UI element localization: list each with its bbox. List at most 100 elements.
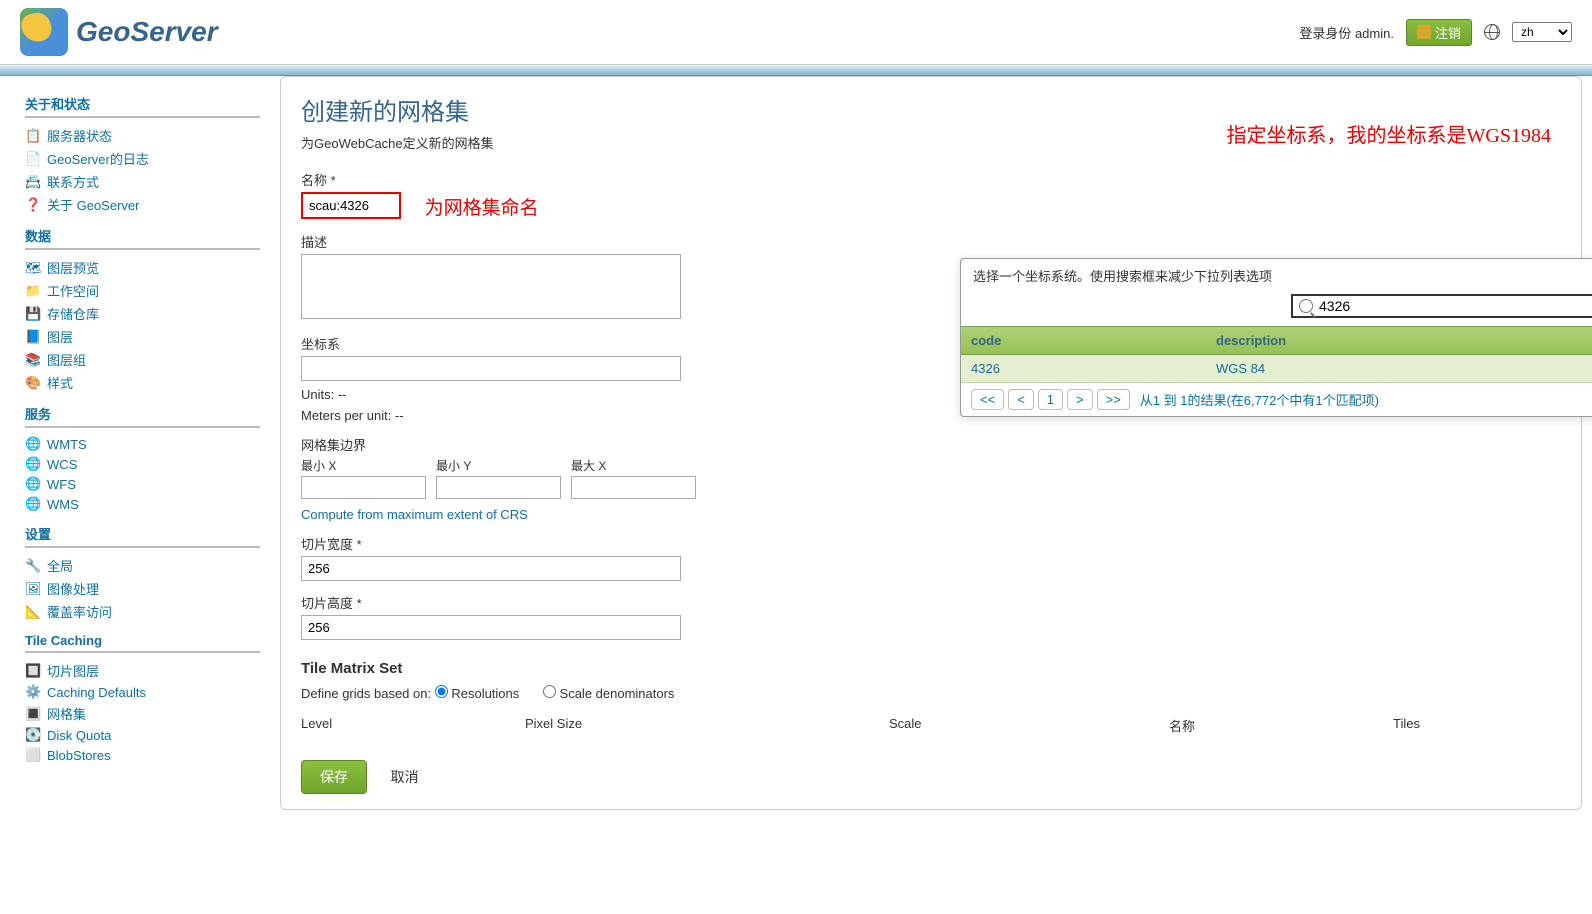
sidebar-item[interactable]: WFS <box>25 474 260 494</box>
logo-area: GeoServer <box>20 8 218 56</box>
sidebar-item[interactable]: 图层组 <box>25 348 260 371</box>
sidebar-item-label: 覆盖率访问 <box>47 602 112 621</box>
cancel-button[interactable]: 取消 <box>391 769 419 785</box>
pager-last[interactable]: >> <box>1097 389 1130 410</box>
crs-code[interactable]: 4326 <box>961 355 1206 382</box>
sidebar-item[interactable]: GeoServer的日志 <box>25 147 260 170</box>
main-panel: 指定坐标系，我的坐标系是WGS1984 创建新的网格集 为GeoWebCache… <box>270 76 1592 830</box>
crs-search-wrap <box>1291 294 1592 318</box>
minx-input[interactable] <box>301 476 426 499</box>
tileh-input[interactable] <box>301 615 681 640</box>
crs-row[interactable]: 4326 WGS 84 <box>961 355 1592 383</box>
tilew-input[interactable] <box>301 556 681 581</box>
sidebar-item[interactable]: 服务器状态 <box>25 124 260 147</box>
ic-cache-icon <box>25 684 41 700</box>
panel-box: 指定坐标系，我的坐标系是WGS1984 创建新的网格集 为GeoWebCache… <box>280 76 1582 810</box>
col-scale: Scale <box>889 716 1169 735</box>
pager-info: 从1 到 1的结果(在6,772个中有1个匹配项) <box>1140 390 1379 409</box>
sidebar-item-label: GeoServer的日志 <box>47 149 149 168</box>
name-input[interactable] <box>301 192 401 219</box>
sidebar-section-title: 数据 <box>25 226 260 250</box>
save-button[interactable]: 保存 <box>301 760 367 794</box>
sidebar-item-label: 网格集 <box>47 704 86 723</box>
minx-label: 最小 X <box>301 457 426 474</box>
ic-wms-icon <box>25 496 41 512</box>
ic-preview-icon <box>25 260 41 276</box>
col-code[interactable]: code <box>961 327 1206 354</box>
maxx-input[interactable] <box>571 476 696 499</box>
sidebar-item[interactable]: 图层 <box>25 325 260 348</box>
topbar: GeoServer 登录身份 admin. 注销 zh <box>0 0 1592 56</box>
crs-desc[interactable]: WGS 84 <box>1206 355 1592 382</box>
sidebar-item[interactable]: 图像处理 <box>25 577 260 600</box>
name-label: 名称 * <box>301 170 1561 189</box>
sidebar-item-label: BlobStores <box>47 748 111 763</box>
logo-icon <box>20 8 68 56</box>
sidebar-item[interactable]: 工作空间 <box>25 279 260 302</box>
pager-next[interactable]: > <box>1067 389 1093 410</box>
sidebar-item[interactable]: WCS <box>25 454 260 474</box>
logout-button[interactable]: 注销 <box>1406 19 1472 46</box>
crs-search-row: Clear <box>961 292 1592 326</box>
ic-coverage-icon <box>25 604 41 620</box>
sidebar-item-label: 工作空间 <box>47 281 99 300</box>
miny-input[interactable] <box>436 476 561 499</box>
sidebar-item-label: 图层组 <box>47 350 86 369</box>
crs-table-head: code description <box>961 326 1592 355</box>
compute-link[interactable]: Compute from maximum extent of CRS <box>301 507 528 522</box>
radio-resolutions[interactable] <box>435 685 448 698</box>
col-name: 名称 <box>1169 716 1393 735</box>
sidebar-section-title: Tile Caching <box>25 633 260 653</box>
ic-wfs-icon <box>25 476 41 492</box>
sidebar-item[interactable]: BlobStores <box>25 745 260 765</box>
sidebar-item-label: Disk Quota <box>47 728 111 743</box>
sidebar-item-label: Caching Defaults <box>47 685 146 700</box>
ic-layergroup-icon <box>25 352 41 368</box>
sidebar-section-title: 服务 <box>25 404 260 428</box>
pager-prev[interactable]: < <box>1008 389 1034 410</box>
sidebar-item[interactable]: Disk Quota <box>25 725 260 745</box>
tileh-label: 切片高度 * <box>301 593 1561 612</box>
ic-log-icon <box>25 151 41 167</box>
sidebar-item[interactable]: 存储仓库 <box>25 302 260 325</box>
annotation-crs: 指定坐标系，我的坐标系是WGS1984 <box>1227 119 1551 148</box>
crs-search-input[interactable] <box>1319 298 1592 314</box>
sidebar-item[interactable]: 切片图层 <box>25 659 260 682</box>
crs-pager: << < 1 > >> 从1 到 1的结果(在6,772个中有1个匹配项) <box>961 383 1592 416</box>
col-desc[interactable]: description <box>1206 327 1592 354</box>
sidebar: 关于和状态服务器状态GeoServer的日志联系方式关于 GeoServer数据… <box>0 76 270 830</box>
sidebar-item[interactable]: 网格集 <box>25 702 260 725</box>
radio-row: Define grids based on: Resolutions Scale… <box>301 685 1561 701</box>
ic-about-icon <box>25 197 41 213</box>
sidebar-item[interactable]: 样式 <box>25 371 260 394</box>
ic-workspace-icon <box>25 283 41 299</box>
sidebar-item[interactable]: 联系方式 <box>25 170 260 193</box>
maxx-label: 最大 X <box>571 457 696 474</box>
sidebar-item-label: WFS <box>47 477 76 492</box>
matrix-table-header: Level Pixel Size Scale 名称 Tiles <box>301 716 1561 735</box>
sidebar-item[interactable]: Caching Defaults <box>25 682 260 702</box>
ic-contact-icon <box>25 174 41 190</box>
ic-layer-icon <box>25 329 41 345</box>
ic-image-icon <box>25 581 41 597</box>
sidebar-item-label: 存储仓库 <box>47 304 99 323</box>
radio-scale[interactable] <box>543 685 556 698</box>
sidebar-item[interactable]: 覆盖率访问 <box>25 600 260 623</box>
sidebar-item-label: 联系方式 <box>47 172 99 191</box>
ic-store-icon <box>25 306 41 322</box>
sidebar-item[interactable]: WMTS <box>25 434 260 454</box>
pager-curr[interactable]: 1 <box>1038 389 1063 410</box>
crs-input[interactable] <box>301 356 681 381</box>
bounds-label: 网格集边界 <box>301 435 1561 454</box>
sidebar-item-label: 服务器状态 <box>47 126 112 145</box>
ic-wmts-icon <box>25 436 41 452</box>
sidebar-item[interactable]: 关于 GeoServer <box>25 193 260 216</box>
desc-textarea[interactable] <box>301 254 681 319</box>
sidebar-item[interactable]: 图层预览 <box>25 256 260 279</box>
logout-label: 注销 <box>1435 23 1461 42</box>
sidebar-item[interactable]: WMS <box>25 494 260 514</box>
pager-first[interactable]: << <box>971 389 1004 410</box>
sidebar-item[interactable]: 全局 <box>25 554 260 577</box>
logout-icon <box>1417 25 1431 39</box>
language-select[interactable]: zh <box>1512 22 1572 42</box>
